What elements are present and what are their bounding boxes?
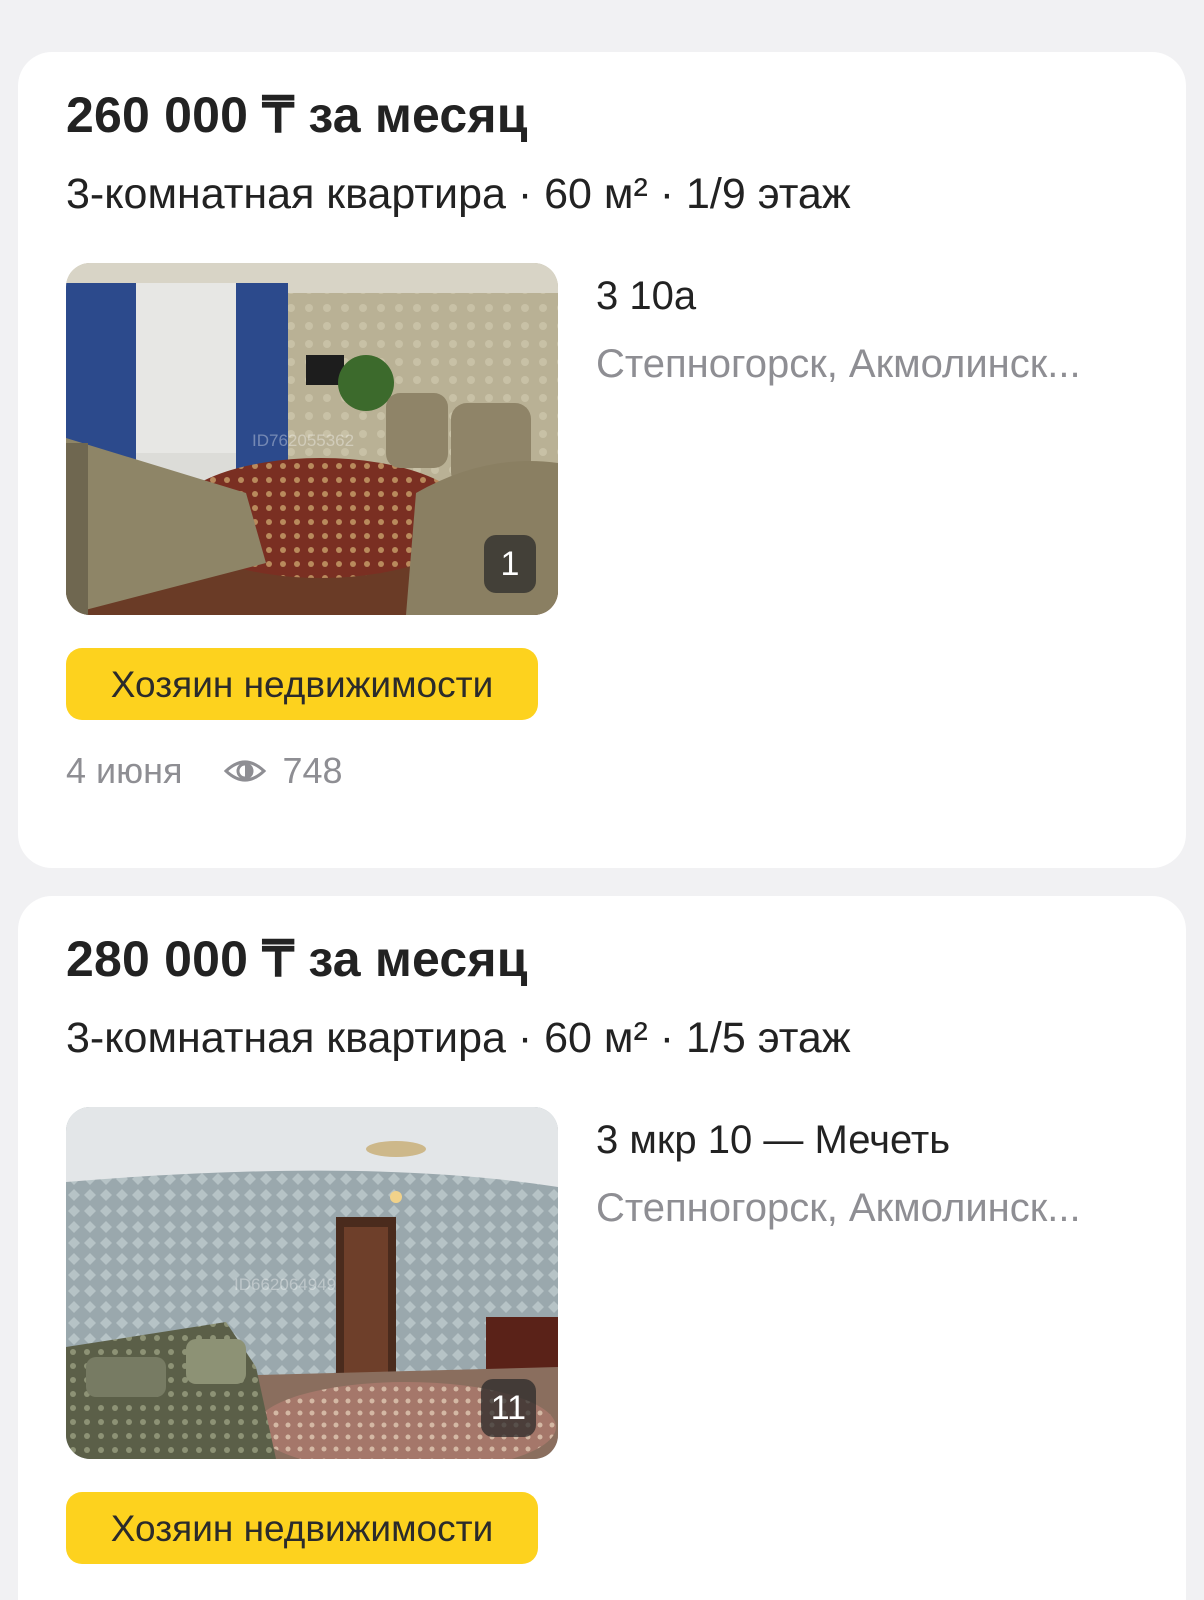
photo-watermark: ID762055362 (252, 431, 355, 450)
listing-subtitle: 3-комнатная квартира · 60 м² · 1/5 этаж (66, 1014, 851, 1062)
listings-page: 260 000 ₸ за месяц 3-комнатная квартира … (0, 0, 1204, 1600)
photo-count-badge: 1 (484, 535, 536, 593)
listing-card[interactable]: 280 000 ₸ за месяц 3-комнатная квартира … (18, 896, 1186, 1600)
listing-photo[interactable]: ID662064949 11 (66, 1107, 558, 1459)
listing-subtitle: 3-комнатная квартира · 60 м² · 1/9 этаж (66, 170, 851, 218)
owner-badge[interactable]: Хозяин недвижимости (66, 648, 538, 720)
photo-watermark: ID662064949 (234, 1275, 337, 1294)
eye-icon (223, 754, 267, 788)
listing-price: 260 000 ₸ за месяц (66, 87, 528, 143)
listing-price: 280 000 ₸ за месяц (66, 931, 528, 987)
photo-count-badge: 11 (480, 1379, 536, 1437)
listing-address: 3 мкр 10 — Мечеть (596, 1118, 951, 1162)
listing-address: 3 10а (596, 274, 697, 318)
listing-card[interactable]: 260 000 ₸ за месяц 3-комнатная квартира … (18, 52, 1186, 868)
listing-photo[interactable]: ID762055362 1 (66, 263, 558, 615)
listing-meta: 4 июня 748 (66, 750, 343, 792)
views-count: 748 (282, 750, 343, 791)
listing-city: Степногорск, Акмолинск... (596, 342, 1081, 386)
listing-date: 4 июня (66, 750, 183, 791)
listing-city: Степногорск, Акмолинск... (596, 1186, 1081, 1230)
owner-badge[interactable]: Хозяин недвижимости (66, 1492, 538, 1564)
